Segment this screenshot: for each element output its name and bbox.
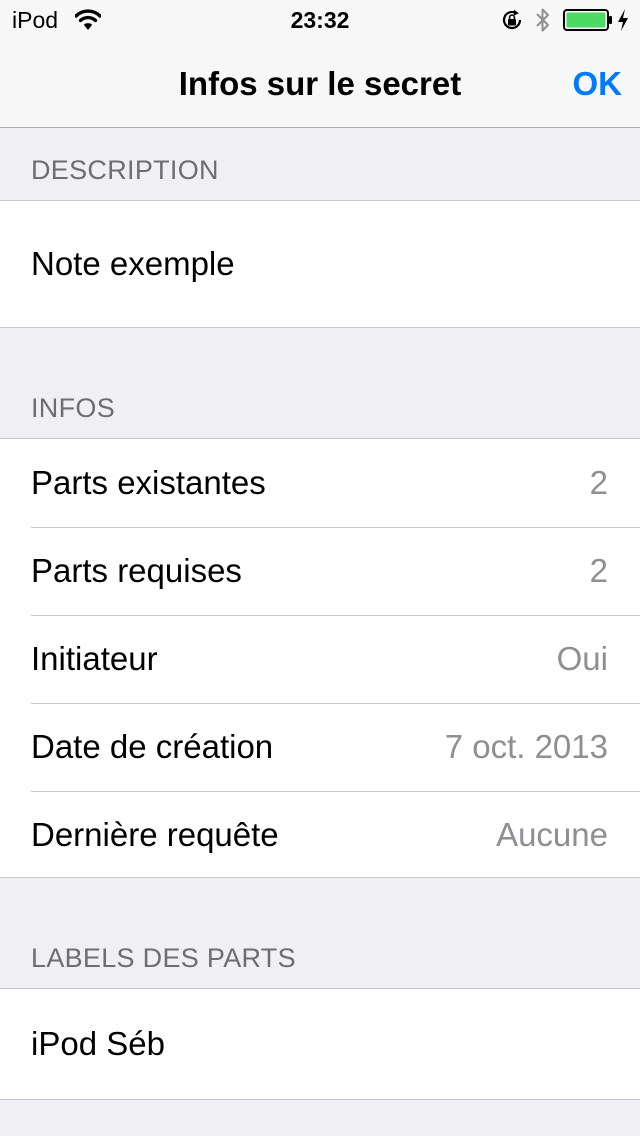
bluetooth-icon xyxy=(535,6,551,34)
labels-group: iPod Séb xyxy=(0,988,640,1100)
info-row-label: Parts requises xyxy=(31,552,242,589)
info-row-label: Dernière requête xyxy=(31,816,279,853)
charging-icon xyxy=(617,8,629,32)
info-row-value: 2 xyxy=(589,552,608,589)
info-row-value: 2 xyxy=(589,464,608,501)
info-row-parts-requises[interactable]: Parts requises 2 xyxy=(0,527,640,615)
info-row-initiateur[interactable]: Initiateur Oui xyxy=(0,615,640,703)
section-header-infos: INFOS xyxy=(31,393,116,423)
description-text: Note exemple xyxy=(31,245,235,282)
description-group: Note exemple xyxy=(0,200,640,328)
info-row-derniere-requete[interactable]: Dernière requête Aucune xyxy=(0,791,640,879)
info-row-label: Date de création xyxy=(31,728,274,765)
info-row-parts-existantes[interactable]: Parts existantes 2 xyxy=(0,439,640,527)
navigation-bar: iPod 23:32 Infos sur le secret OK xyxy=(0,0,640,128)
label-item[interactable]: iPod Séb xyxy=(0,989,640,1099)
info-row-value: Aucune xyxy=(496,816,608,853)
info-row-value: 7 oct. 2013 xyxy=(444,728,608,765)
orientation-lock-icon xyxy=(500,8,524,32)
section-header-description: DESCRIPTION xyxy=(31,155,219,185)
ok-button[interactable]: OK xyxy=(573,62,623,106)
section-header-labels: LABELS DES PARTS xyxy=(31,943,296,973)
page-title: Infos sur le secret xyxy=(178,65,462,102)
info-row-label: Parts existantes xyxy=(31,464,266,501)
description-cell[interactable]: Note exemple xyxy=(0,201,640,327)
info-row-label: Initiateur xyxy=(31,640,158,677)
infos-group: Parts existantes 2 Parts requises 2 Init… xyxy=(0,438,640,878)
label-item-text: iPod Séb xyxy=(31,1025,165,1062)
info-row-date-creation[interactable]: Date de création 7 oct. 2013 xyxy=(0,703,640,791)
info-row-value: Oui xyxy=(556,640,608,677)
battery-icon xyxy=(563,9,613,31)
status-bar: iPod 23:32 xyxy=(0,0,640,40)
